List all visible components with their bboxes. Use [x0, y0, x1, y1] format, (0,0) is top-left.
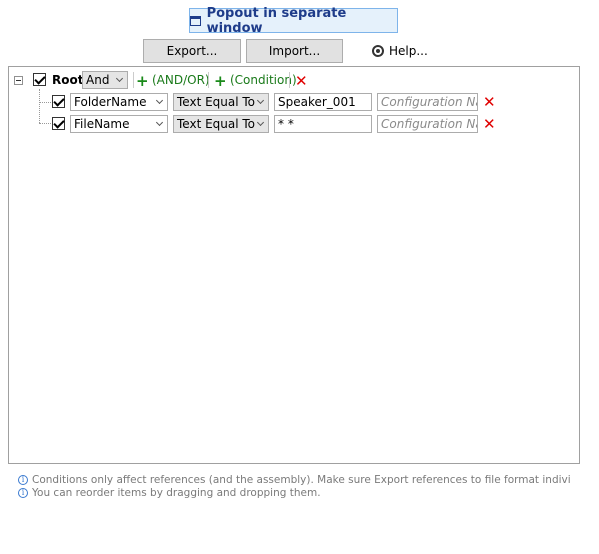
chevron-down-icon [256, 96, 265, 105]
popout-button[interactable]: Popout in separate window [189, 5, 398, 36]
info-note: i Conditions only affect references (and… [18, 473, 571, 486]
root-checkbox[interactable] [33, 73, 46, 86]
configuration-placeholder: Configuration Name [381, 95, 477, 109]
separator [289, 72, 290, 88]
root-operator-value: And [86, 73, 110, 87]
configuration-name-input[interactable]: Configuration Name [377, 93, 478, 111]
tree-connector [39, 102, 51, 103]
info-note: i You can reorder items by dragging and … [18, 486, 571, 499]
condition-checkbox[interactable] [52, 117, 65, 130]
comparison-select[interactable]: Text Equal To [173, 115, 269, 133]
configuration-placeholder: Configuration Name [381, 117, 477, 131]
separator [208, 72, 209, 88]
chevron-down-icon [115, 74, 124, 83]
comparison-value: Text Equal To [177, 117, 256, 131]
add-group-label[interactable]: (AND/OR) [152, 73, 210, 87]
window-icon [190, 15, 201, 26]
root-row: Root: And + (AND/OR) + (Condition) ✕ [9, 69, 579, 91]
delete-condition-icon[interactable]: ✕ [483, 117, 496, 132]
delete-root-icon[interactable]: ✕ [295, 74, 308, 89]
chevron-down-icon [155, 96, 164, 105]
help-link[interactable]: Help... [372, 42, 428, 60]
import-label: Import... [268, 44, 321, 58]
export-label: Export... [166, 44, 218, 58]
help-label: Help... [389, 44, 428, 58]
lifebuoy-icon [372, 45, 384, 57]
info-note-text: Conditions only affect references (and t… [32, 473, 571, 486]
value-text: Speaker_001 [278, 95, 356, 109]
field-select[interactable]: FileName [70, 115, 168, 133]
add-condition-icon[interactable]: + [214, 74, 227, 89]
value-text: * * [278, 117, 294, 131]
value-input[interactable]: * * [274, 115, 372, 133]
root-operator-select[interactable]: And [82, 71, 128, 89]
comparison-select[interactable]: Text Equal To [173, 93, 269, 111]
value-input[interactable]: Speaker_001 [274, 93, 372, 111]
import-button[interactable]: Import... [246, 39, 343, 63]
field-select[interactable]: FolderName [70, 93, 168, 111]
tree-connector [39, 123, 51, 124]
condition-row: FolderName Text Equal To Speaker_001 Con… [9, 91, 579, 113]
separator [133, 72, 134, 88]
condition-tree-panel: Root: And + (AND/OR) + (Condition) ✕ Fol… [8, 66, 580, 464]
collapse-toggle[interactable] [14, 76, 23, 85]
info-note-text: You can reorder items by dragging and dr… [32, 486, 321, 499]
chevron-down-icon [256, 118, 265, 127]
export-button[interactable]: Export... [143, 39, 241, 63]
condition-checkbox[interactable] [52, 95, 65, 108]
info-icon: i [18, 474, 28, 485]
field-value: FileName [74, 117, 130, 131]
configuration-name-input[interactable]: Configuration Name [377, 115, 478, 133]
comparison-value: Text Equal To [177, 95, 256, 109]
add-condition-label[interactable]: (Condition) [230, 73, 297, 87]
field-value: FolderName [74, 95, 147, 109]
chevron-down-icon [155, 118, 164, 127]
delete-condition-icon[interactable]: ✕ [483, 95, 496, 110]
info-icon: i [18, 487, 28, 498]
add-group-icon[interactable]: + [136, 74, 149, 89]
condition-row: FileName Text Equal To * * Configuration… [9, 113, 579, 135]
popout-label: Popout in separate window [206, 5, 347, 36]
